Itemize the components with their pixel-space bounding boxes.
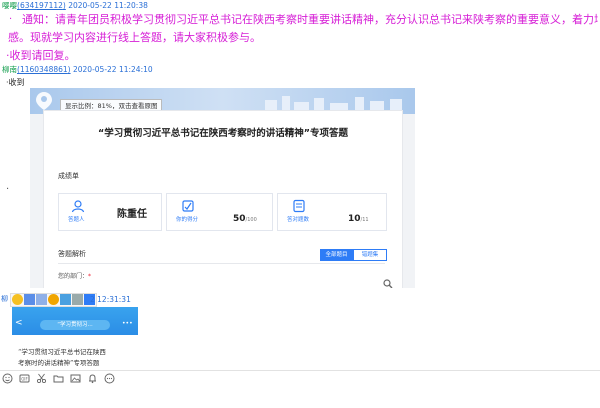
correct: 10/11 [348,206,369,225]
score-box: 你的得分 50/100 [166,193,273,231]
required-mark: * [88,273,92,280]
score-value: 50 [233,214,246,224]
bell-icon[interactable] [87,373,98,384]
sender-qq[interactable]: 634197112 [20,1,63,10]
answerer-name: 陈重任 [117,209,147,220]
tab-all-questions[interactable]: 全部题目 [320,249,353,261]
message-header-2: 柳南(1160348861) 2020-05-22 11:24:10 [2,65,153,74]
bullet-dot: · [9,14,13,25]
answerer-label: 答题人 [68,217,85,223]
department-field-label: 您的部门：* [58,271,91,280]
screenshot-icon[interactable] [36,294,47,305]
svg-text:GIF: GIF [21,376,28,381]
message-time-partial: 2 12:31:31 [90,295,131,304]
emoji-icon[interactable] [12,294,23,305]
message-time: 2020-05-22 11:24:10 [72,65,153,74]
more-button[interactable]: ••• [122,320,133,327]
correct-value: 10 [348,214,361,224]
notice-line-2: 感。现就学习内容进行线上答题，请大家积极参与。 [8,31,261,44]
tab-wrong-questions[interactable]: 错题集 [353,249,387,261]
scorecard-label: 成绩单 [58,172,79,180]
emoji-icon[interactable] [2,373,13,384]
scissors-icon[interactable] [36,373,47,384]
message-text: ·收到 [6,78,25,87]
sender-name[interactable]: 柳南 [2,65,17,74]
checklist-icon [293,199,305,213]
quiz-title: “学习贯彻习近平总书记在陕西考察时的讲话精神”专项答题 [98,128,348,139]
score-label: 你的得分 [176,217,199,223]
answerer-box: 答题人 陈重任 [58,193,162,231]
picture-icon[interactable] [70,373,81,384]
sender-name[interactable]: 嘤嘤 [2,1,17,10]
image-overlay-toolbar [10,293,97,307]
back-button[interactable]: < [15,318,23,328]
screenshot-image[interactable]: 显示比例：81%，双击查看原图 “学习贯彻习近平总书记在陕西考察时的讲话精神”专… [30,88,415,288]
score-icon [182,200,194,212]
phone-title-line-1: “学习贯彻习近平总书记在陕西 [18,348,106,356]
phone-nav-title: “学习贯彻习... [40,320,110,330]
save-icon[interactable] [60,294,71,305]
input-toolbar: GIF [0,371,600,385]
message-time: 2020-05-22 11:20:38 [68,1,148,10]
gif-icon[interactable]: GIF [19,373,30,384]
score: 50/100 [233,206,257,225]
bullet-dot: · [6,184,10,195]
correct-total: /11 [360,217,369,223]
phone-title-line-2: 考察时的讲话精神”专项答题 [18,359,100,367]
phone-navbar: < “学习贯彻习... ••• [12,307,138,335]
correct-box: 答对题数 10/11 [277,193,387,231]
location-pin-icon [36,92,52,110]
user-icon [71,200,85,213]
quiz-page: “学习贯彻习近平总书记在陕西考察时的讲话精神”专项答题 成绩单 答题人 陈重任 … [43,110,403,288]
magnify-icon[interactable] [383,279,393,288]
sender-qq[interactable]: 1160348861 [20,65,68,74]
notice-line-3: ·收到请回复。 [6,49,76,62]
image-icon[interactable] [24,294,35,305]
folder-icon[interactable] [53,373,64,384]
correct-label: 答对题数 [287,217,310,223]
more-icon[interactable] [104,373,115,384]
sender-name-partial[interactable]: 柳 [1,294,8,304]
message-input[interactable] [0,386,600,408]
folder-icon[interactable] [72,294,83,305]
favorite-icon[interactable] [48,294,59,305]
department-label: 您的部门： [58,273,89,280]
analysis-label: 答题解析 [58,250,86,258]
phone-screenshot[interactable]: < “学习贯彻习... ••• “学习贯彻习近平总书记在陕西 考察时的讲话精神”… [12,307,138,372]
divider [58,263,385,264]
score-total: /100 [245,217,257,223]
message-header-1: 嘤嘤(634197112) 2020-05-22 11:20:38 [2,1,148,10]
notice-line-1: 通知：请青年团员积极学习贯彻习近平总书记在陕西考察时重要讲话精神，充分认识总书记… [22,13,598,26]
